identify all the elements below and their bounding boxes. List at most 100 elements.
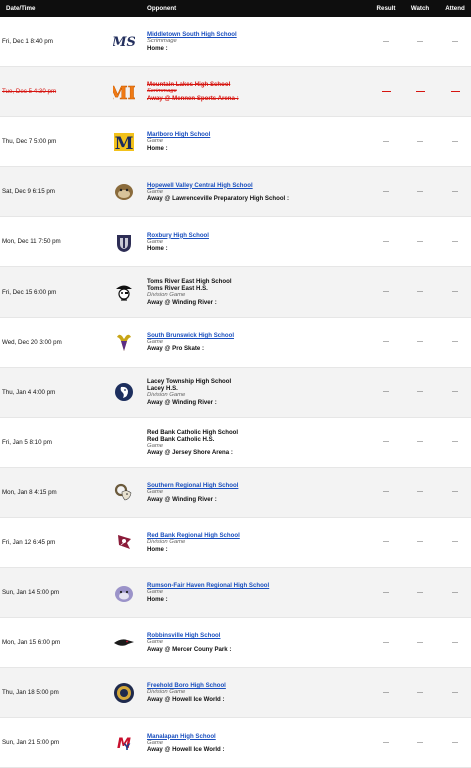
game-type: Game <box>147 589 164 596</box>
opponent-link[interactable]: Southern Regional High School <box>147 482 371 489</box>
opponent-link[interactable]: Robbinsville High School <box>147 632 371 639</box>
table-row: Wed, Dec 20 3:00 pm South Brunswick High… <box>0 317 471 368</box>
game-date: Thu, Jan 4 4:00 pm <box>2 388 56 396</box>
game-type: Scrimmage <box>147 38 177 45</box>
game-date: Sat, Dec 9 6:15 pm <box>2 188 55 196</box>
game-result: --- <box>383 289 389 296</box>
game-result: --- <box>383 589 389 596</box>
game-result: --- <box>383 339 389 346</box>
game-date: Sun, Jan 21 5:00 pm <box>2 739 60 747</box>
game-type: Game <box>147 238 164 245</box>
game-attend: --- <box>452 639 458 646</box>
opponent-name: Red Bank Catholic High School <box>147 428 239 436</box>
raven-logo <box>101 632 147 654</box>
svg-text:M: M <box>115 134 134 153</box>
game-type: Game <box>147 739 164 746</box>
game-location: Away @ Lawrenceville Preparatory High Sc… <box>147 195 289 203</box>
table-row: Sun, Jan 21 5:00 pm MY Manalapan High Sc… <box>0 718 471 768</box>
game-watch: --- <box>417 38 423 45</box>
opponent-link[interactable]: Middletown South High School <box>147 31 371 38</box>
header-opponent: Opponent <box>147 5 177 12</box>
game-watch <box>401 89 439 95</box>
header-date: Date/Time <box>6 5 36 12</box>
buccaneer-flag-logo <box>101 531 147 553</box>
game-watch: --- <box>417 439 423 446</box>
svg-text:ML: ML <box>113 83 135 103</box>
game-watch: --- <box>417 689 423 696</box>
opponent-link[interactable]: Rumson-Fair Haven Regional High School <box>147 582 371 589</box>
game-attend: --- <box>452 389 458 396</box>
game-watch: --- <box>417 138 423 145</box>
opponent-link[interactable]: Hopewell Valley Central High School <box>147 182 371 189</box>
game-attend: --- <box>452 489 458 496</box>
game-date: Wed, Dec 20 3:00 pm <box>2 338 62 346</box>
game-type: Game <box>147 639 164 646</box>
game-attend: --- <box>452 238 458 245</box>
game-location: Away @ Pro Skate : <box>147 345 204 353</box>
opponent-subname: Red Bank Catholic H.S. <box>147 435 215 443</box>
game-date: Mon, Dec 11 7:50 pm <box>2 238 61 246</box>
table-row: Thu, Jan 4 4:00 pm Lacey Township High S… <box>0 367 471 418</box>
game-date: Fri, Jan 5 8:10 pm <box>2 438 52 446</box>
game-date: Fri, Dec 1 8:40 pm <box>2 38 53 46</box>
table-row: Fri, Dec 1 8:40 pm MS Middletown South H… <box>0 17 471 68</box>
schedule-header: Date/Time Opponent Result Watch Attend <box>0 0 471 17</box>
game-result: --- <box>383 138 389 145</box>
table-row: Fri, Jan 5 8:10 pm Red Bank Catholic Hig… <box>0 417 471 468</box>
m-logo: M <box>101 131 147 153</box>
game-type: Game <box>147 138 164 145</box>
table-row: Thu, Jan 18 5:00 pm Freehold Boro High S… <box>0 668 471 719</box>
game-location: Away @ Howell Ice World : <box>147 746 225 754</box>
viking-logo <box>101 331 147 353</box>
game-location: Home : <box>147 595 168 603</box>
opponent-link[interactable]: Freehold Boro High School <box>147 682 371 689</box>
game-location: Away @ Jersey Shore Arena : <box>147 449 233 457</box>
game-result: --- <box>383 439 389 446</box>
game-attend: --- <box>452 539 458 546</box>
game-result: --- <box>383 389 389 396</box>
game-watch: --- <box>417 289 423 296</box>
opponent-link[interactable]: Marlboro High School <box>147 131 371 138</box>
lion-logo <box>101 381 147 403</box>
header-watch: Watch <box>410 5 430 12</box>
game-attend: --- <box>452 589 458 596</box>
game-type: Game <box>147 338 164 345</box>
bulldog-logo <box>101 181 147 203</box>
schedule-table: Fri, Dec 1 8:40 pm MS Middletown South H… <box>0 17 471 768</box>
game-location: Away @ Winding River : <box>147 399 217 406</box>
opponent-link[interactable]: South Brunswick High School <box>147 332 371 339</box>
game-location: Away @ Winding River : <box>147 495 217 503</box>
game-attend: --- <box>452 38 458 45</box>
opponent-link[interactable]: Roxbury High School <box>147 232 371 239</box>
opponent-link[interactable]: Mountain Lakes High School <box>147 81 371 88</box>
game-attend: --- <box>452 689 458 696</box>
opponent-link[interactable]: Red Bank Regional High School <box>147 532 371 539</box>
ms-logo: MS <box>101 31 147 53</box>
mb-logo: MY <box>101 732 147 754</box>
header-attend: Attend <box>445 5 465 12</box>
game-watch: --- <box>417 238 423 245</box>
game-type: Game <box>147 489 164 496</box>
bulldog-purple-logo <box>101 582 147 604</box>
table-row: Thu, Dec 7 5:00 pm M Marlboro High Schoo… <box>0 117 471 168</box>
game-attend: --- <box>452 439 458 446</box>
game-type: Division Game <box>147 689 186 696</box>
opponent-subname: Lacey H.S. <box>147 385 178 393</box>
game-date: Mon, Jan 15 6:00 pm <box>2 639 61 647</box>
table-row: Fri, Jan 12 6:45 pm Red Bank Regional Hi… <box>0 517 471 569</box>
game-attend: --- <box>452 339 458 346</box>
game-watch: --- <box>417 339 423 346</box>
game-location: Away @ Howell Ice World : <box>147 696 225 704</box>
game-watch: --- <box>417 639 423 646</box>
game-location: Home : <box>147 145 168 153</box>
game-location: Away @ Mennen Sports Arena : <box>147 94 239 102</box>
game-date: Fri, Dec 15 6:00 pm <box>2 288 57 296</box>
opponent-link[interactable]: Manalapan High School <box>147 733 371 740</box>
game-attend: --- <box>452 739 458 746</box>
game-result: --- <box>383 38 389 45</box>
game-date: Tue, Dec 5 4:30 pm <box>2 88 57 96</box>
game-type: Division Game <box>147 392 186 399</box>
svg-text:MS: MS <box>113 35 135 50</box>
opponent-name: Lacey Township High School <box>147 378 232 386</box>
game-date: Thu, Dec 7 5:00 pm <box>2 138 57 146</box>
